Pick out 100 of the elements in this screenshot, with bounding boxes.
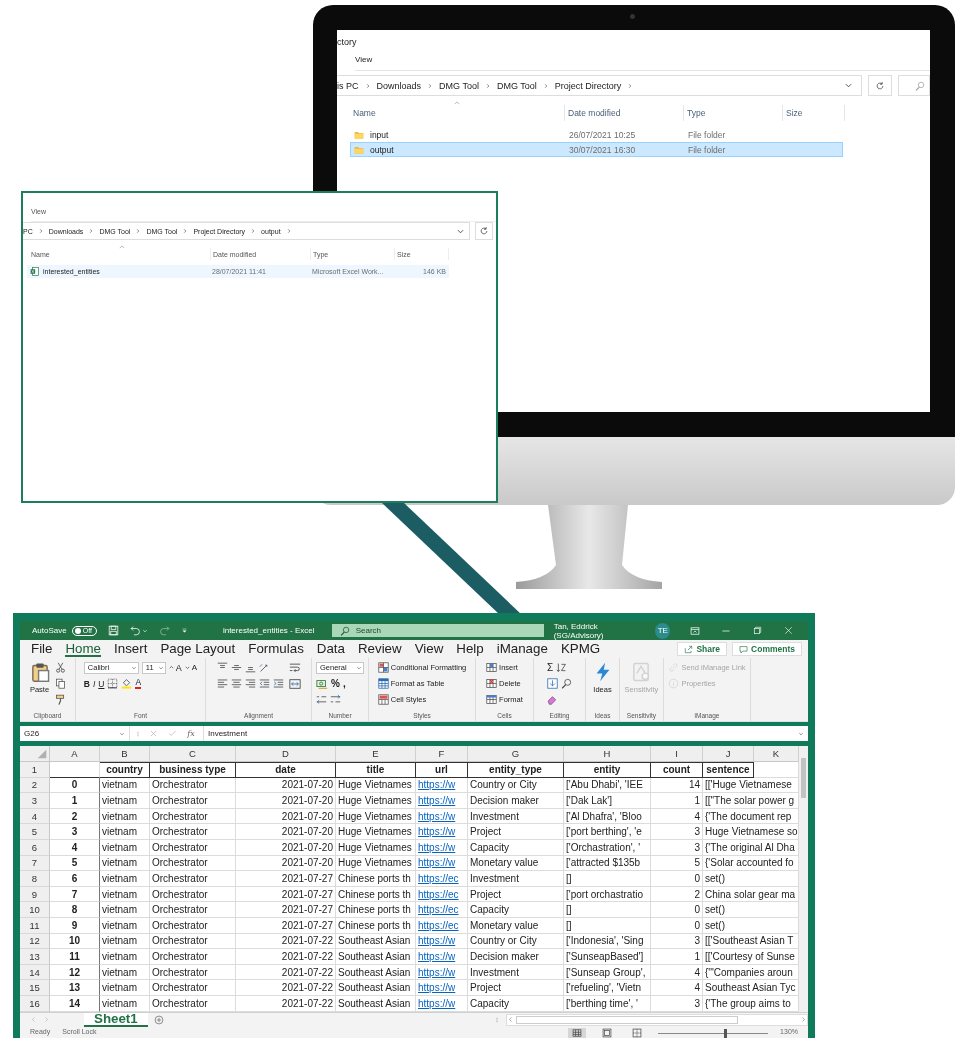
save-button[interactable] xyxy=(107,625,119,636)
breadcrumb[interactable]: DMG Tool xyxy=(496,80,537,91)
grow-button[interactable]: A xyxy=(168,662,182,673)
link[interactable]: https://w xyxy=(416,777,468,794)
ribbon-tab[interactable]: KPMG xyxy=(560,641,601,657)
column-letter[interactable]: I xyxy=(651,746,703,762)
link[interactable]: https://w xyxy=(416,964,468,981)
find-button[interactable] xyxy=(561,678,572,689)
align-right-button[interactable] xyxy=(244,678,256,689)
comments-button[interactable]: Comments xyxy=(732,642,802,656)
breadcrumb[interactable]: is PC xyxy=(337,80,359,91)
file-row[interactable]: input 26/07/2021 10:25 File folder xyxy=(350,127,843,142)
normal-view-button[interactable] xyxy=(568,1027,587,1038)
link[interactable]: https://w xyxy=(416,855,468,872)
ribbon-tab[interactable]: Page Layout xyxy=(160,641,236,657)
merge-button[interactable] xyxy=(288,677,301,690)
address-bar[interactable]: is PC Downloads DMG Tool DMG Tool Project Directory xyxy=(337,75,862,96)
column-header[interactable]: Size xyxy=(783,105,845,121)
menu-item[interactable]: View xyxy=(355,55,373,64)
row-number[interactable]: 15 xyxy=(20,980,50,996)
row-number[interactable]: 5 xyxy=(20,824,50,840)
bold-button[interactable]: B xyxy=(83,678,90,689)
share-button[interactable]: Share xyxy=(677,642,728,656)
link[interactable]: https://w xyxy=(416,995,468,1012)
fill-button[interactable] xyxy=(121,678,133,689)
row-number[interactable]: 1 xyxy=(20,762,50,778)
link[interactable]: https://ec xyxy=(416,886,468,903)
wrap-button[interactable] xyxy=(288,661,301,674)
add-sheet-button[interactable] xyxy=(153,1014,164,1025)
refresh-button[interactable] xyxy=(475,222,493,240)
ribbon-tab[interactable]: Data xyxy=(316,641,345,657)
link[interactable]: https://ec xyxy=(416,871,468,887)
insert-function-button[interactable]: fx xyxy=(184,729,198,738)
vertical-scrollbar[interactable] xyxy=(799,746,808,1012)
link[interactable]: https://w xyxy=(416,808,468,825)
column-header[interactable]: Date modified xyxy=(565,105,684,121)
orientation-button[interactable] xyxy=(258,662,270,673)
ribbon-tab[interactable]: View xyxy=(414,641,444,657)
italic-button[interactable]: I xyxy=(92,678,96,689)
file-row[interactable]: output 30/07/2021 16:30 File folder xyxy=(350,142,843,157)
link[interactable]: https://w xyxy=(416,824,468,840)
link[interactable]: https://ec xyxy=(416,902,468,918)
align-middle-button[interactable] xyxy=(230,662,242,673)
undo-button[interactable] xyxy=(129,625,148,636)
font-color-button[interactable]: A xyxy=(135,678,142,689)
align-center-button[interactable] xyxy=(230,678,242,689)
copy-button[interactable] xyxy=(54,678,66,689)
search-field[interactable]: Search xyxy=(331,624,544,637)
cut-button[interactable] xyxy=(54,662,66,673)
link[interactable]: https://w xyxy=(416,949,468,965)
clear-button[interactable] xyxy=(547,694,558,705)
avatar[interactable]: TE xyxy=(655,622,671,639)
link[interactable]: https://w xyxy=(416,980,468,996)
shrink-button[interactable]: A xyxy=(184,663,198,672)
sum-button[interactable]: Σ xyxy=(547,662,554,673)
breadcrumb[interactable]: Project Directory xyxy=(554,80,622,91)
column-letter[interactable]: F xyxy=(416,746,468,762)
ribbon-tab[interactable]: Review xyxy=(357,641,402,657)
link[interactable]: https://w xyxy=(416,839,468,856)
outdent-button[interactable] xyxy=(258,678,270,689)
underline-button[interactable]: U xyxy=(98,678,105,689)
dec-decimal-button[interactable] xyxy=(330,694,341,705)
link[interactable]: https://ec xyxy=(416,917,468,934)
link[interactable]: https://w xyxy=(416,793,468,809)
column-letter[interactable]: H xyxy=(564,746,651,762)
row-number[interactable]: 13 xyxy=(20,949,50,965)
align-left-button[interactable] xyxy=(216,678,228,689)
link[interactable]: https://w xyxy=(416,933,468,950)
name-box[interactable]: G26 xyxy=(20,726,130,741)
ribbon-tab[interactable]: iManage xyxy=(496,641,548,657)
column-header[interactable]: Name xyxy=(350,105,565,121)
breadcrumb[interactable]: Downloads xyxy=(376,80,422,91)
row-number[interactable]: 8 xyxy=(20,871,50,887)
row-number[interactable]: 3 xyxy=(20,793,50,809)
search-field[interactable] xyxy=(898,75,930,96)
column-letter[interactable]: J xyxy=(703,746,754,762)
comma-button[interactable]: , xyxy=(342,678,346,689)
painter-button[interactable] xyxy=(54,694,66,705)
ribbon-tab[interactable]: Help xyxy=(456,641,484,657)
column-letter[interactable]: C xyxy=(150,746,236,762)
column-header[interactable]: Type xyxy=(684,105,783,121)
redo-button[interactable] xyxy=(158,625,170,636)
column-letter[interactable]: E xyxy=(336,746,416,762)
formula-field[interactable]: Investment xyxy=(203,726,808,741)
sheet-tab[interactable]: Sheet1 xyxy=(84,1012,148,1027)
currency-button[interactable] xyxy=(316,677,328,690)
ribbon-tab[interactable]: Insert xyxy=(114,641,148,657)
customize-button[interactable] xyxy=(180,627,188,634)
breadcrumb[interactable]: DMG Tool xyxy=(439,80,479,91)
column-letter[interactable]: A xyxy=(50,746,100,762)
ribbon-tab[interactable]: Formulas xyxy=(248,641,304,657)
percent-button[interactable]: % xyxy=(331,678,340,689)
refresh-button[interactable] xyxy=(868,75,892,96)
horizontal-scrollbar[interactable] xyxy=(506,1013,808,1026)
slider-thumb[interactable] xyxy=(724,1028,728,1038)
ribbon-tab[interactable]: File xyxy=(31,641,53,657)
column-letter[interactable]: G xyxy=(468,746,564,762)
borders-button[interactable] xyxy=(107,678,119,689)
sort-button[interactable] xyxy=(556,662,568,673)
column-letter[interactable]: B xyxy=(100,746,150,762)
